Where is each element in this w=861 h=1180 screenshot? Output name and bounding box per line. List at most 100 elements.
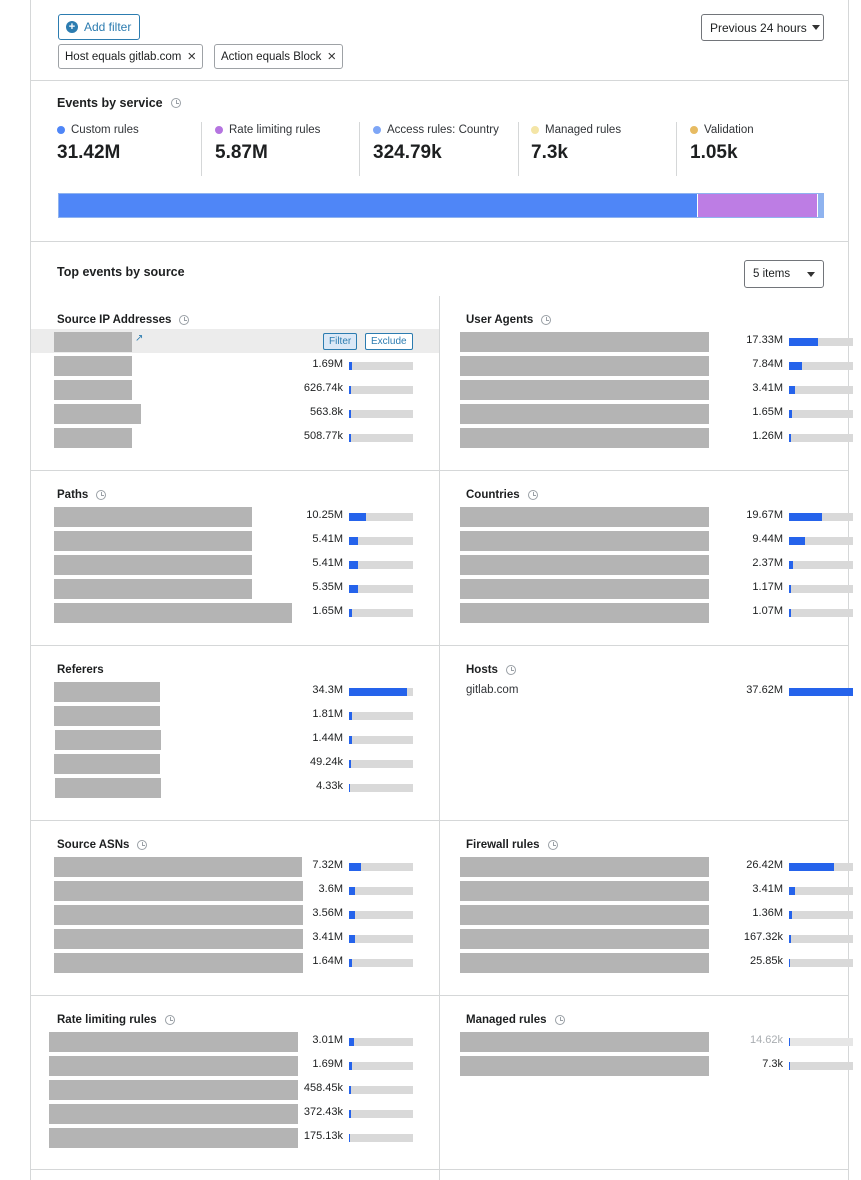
table-row[interactable]: 1.64M [31,951,439,973]
clock-icon [96,490,107,500]
row-filter-button[interactable]: Filter [323,333,358,350]
panel-source-asns: Source ASNs 7.32M 3.6M 3.56M 3.41M 1.64M [31,821,439,995]
table-row[interactable]: 7.84M [440,354,853,376]
table-row[interactable]: 17.33M [440,330,853,352]
row-bar-track [349,1062,413,1070]
table-row[interactable]: 3.41M [31,927,439,949]
row-value: 508.77k [303,430,343,442]
table-row[interactable]: 5.41M [31,529,439,551]
service-custom-rules[interactable]: Custom rules 31.42M [57,124,139,176]
row-bar-track [789,911,853,919]
table-row[interactable]: 1.69M [31,354,439,376]
table-row[interactable]: 1.44M [31,728,439,750]
filter-chip-action: Action equals Block × [214,44,344,69]
table-row[interactable]: 3.01M [31,1030,439,1052]
row-value: 1.65M [312,605,343,617]
redacted-label [460,929,709,949]
redacted-label [54,603,292,623]
table-row[interactable]: 1.65M [440,402,853,424]
row-value: 49.24k [309,756,343,768]
row-bar-fill [789,935,791,943]
row-bar-fill [349,911,355,919]
table-row[interactable]: 508.77k [31,426,439,448]
table-row[interactable]: 372.43k [31,1102,439,1124]
service-managed-rules[interactable]: Managed rules 7.3k [531,124,621,176]
table-row[interactable]: 14.62k [440,1030,853,1052]
table-row[interactable]: 9.44M [440,529,853,551]
table-row[interactable]: 1.36M [440,903,853,925]
chip-op: equals [256,50,291,63]
row-bar-track [349,784,413,792]
table-row[interactable]: 175.13k [31,1126,439,1148]
row-value: 7.84M [752,358,783,370]
stack-segment-custom-rules[interactable] [59,194,698,217]
panel-firewall-rules: Firewall rules 26.42M 3.41M 1.36M 167.32k 25.… [440,821,853,995]
clock-icon [505,665,516,675]
table-row[interactable]: 7.3k [440,1054,853,1076]
table-row[interactable]: gitlab.com 37.62M [440,680,853,702]
row-bar-fill [349,1110,351,1118]
table-row[interactable]: 3.6M [31,879,439,901]
redacted-label [460,332,709,352]
items-count-select[interactable]: 5 items [744,260,824,288]
row-bar-fill [349,760,351,768]
redacted-label [460,1056,709,1076]
table-row[interactable]: 2.37M [440,553,853,575]
table-row[interactable]: 167.32k [440,927,853,949]
row-bar-fill [349,386,351,394]
service-stacked-bar[interactable] [58,193,824,218]
panel-user-agents: User Agents 17.33M 7.84M 3.41M 1.65M 1.26M [440,296,853,470]
table-row[interactable]: 1.07M [440,601,853,623]
redacted-label [54,428,132,448]
panel-paths: Paths 10.25M 5.41M 5.41M 5.35M 1.65M [31,471,439,645]
redacted-label [54,531,252,551]
stack-segment-rate-limiting[interactable] [698,194,818,217]
table-row[interactable]: 5.41M [31,553,439,575]
chip-op: equals [91,50,126,63]
redacted-label [54,706,160,726]
table-row[interactable]: 1.17M [440,577,853,599]
row-bar-track [349,760,413,768]
table-row[interactable]: 4.33k [31,776,439,798]
panel-title: Source ASNs [57,839,148,851]
stack-segment-access-rules[interactable] [818,194,824,217]
table-row[interactable]: 563.8k [31,402,439,424]
service-access-rules[interactable]: Access rules: Country 324.79k [373,124,499,176]
table-row[interactable]: 1.26M [440,426,853,448]
table-row[interactable]: 26.42M [440,855,853,877]
table-row[interactable]: 49.24k [31,752,439,774]
chip-value: gitlab.com [128,50,182,63]
row-bar-track [789,863,853,871]
table-row[interactable]: 7.32M [31,855,439,877]
row-exclude-button[interactable]: Exclude [365,333,413,350]
table-row[interactable]: 3.56M [31,903,439,925]
row-bar-track [349,887,413,895]
row-bar-track [789,887,853,895]
table-row[interactable]: 5.35M [31,577,439,599]
redacted-label [54,857,302,877]
time-period-select[interactable]: Previous 24 hours [701,14,824,41]
table-row[interactable]: ↗ Filter Exclude [31,329,439,353]
table-row[interactable]: 1.81M [31,704,439,726]
table-row[interactable]: 10.25M [31,505,439,527]
panel-rate-limiting-rules: Rate limiting rules 3.01M 1.69M 458.45k 372.… [31,996,439,1170]
table-row[interactable]: 3.41M [440,879,853,901]
table-row[interactable]: 34.3M [31,680,439,702]
table-row[interactable]: 1.69M [31,1054,439,1076]
service-validation[interactable]: Validation 1.05k [690,124,754,176]
external-link-icon[interactable]: ↗ [135,333,143,344]
table-row[interactable]: 25.85k [440,951,853,973]
row-value: 626.74k [303,382,343,394]
service-rate-limiting[interactable]: Rate limiting rules 5.87M [215,124,320,176]
table-row[interactable]: 3.41M [440,378,853,400]
table-row[interactable]: 626.74k [31,378,439,400]
row-value: 5.35M [312,581,343,593]
close-icon[interactable]: × [187,49,196,64]
row-bar-fill [349,537,358,545]
add-filter-button[interactable]: + Add filter [58,14,141,40]
table-row[interactable]: 19.67M [440,505,853,527]
row-bar-track [349,1038,413,1046]
close-icon[interactable]: × [327,49,336,64]
table-row[interactable]: 458.45k [31,1078,439,1100]
table-row[interactable]: 1.65M [31,601,439,623]
